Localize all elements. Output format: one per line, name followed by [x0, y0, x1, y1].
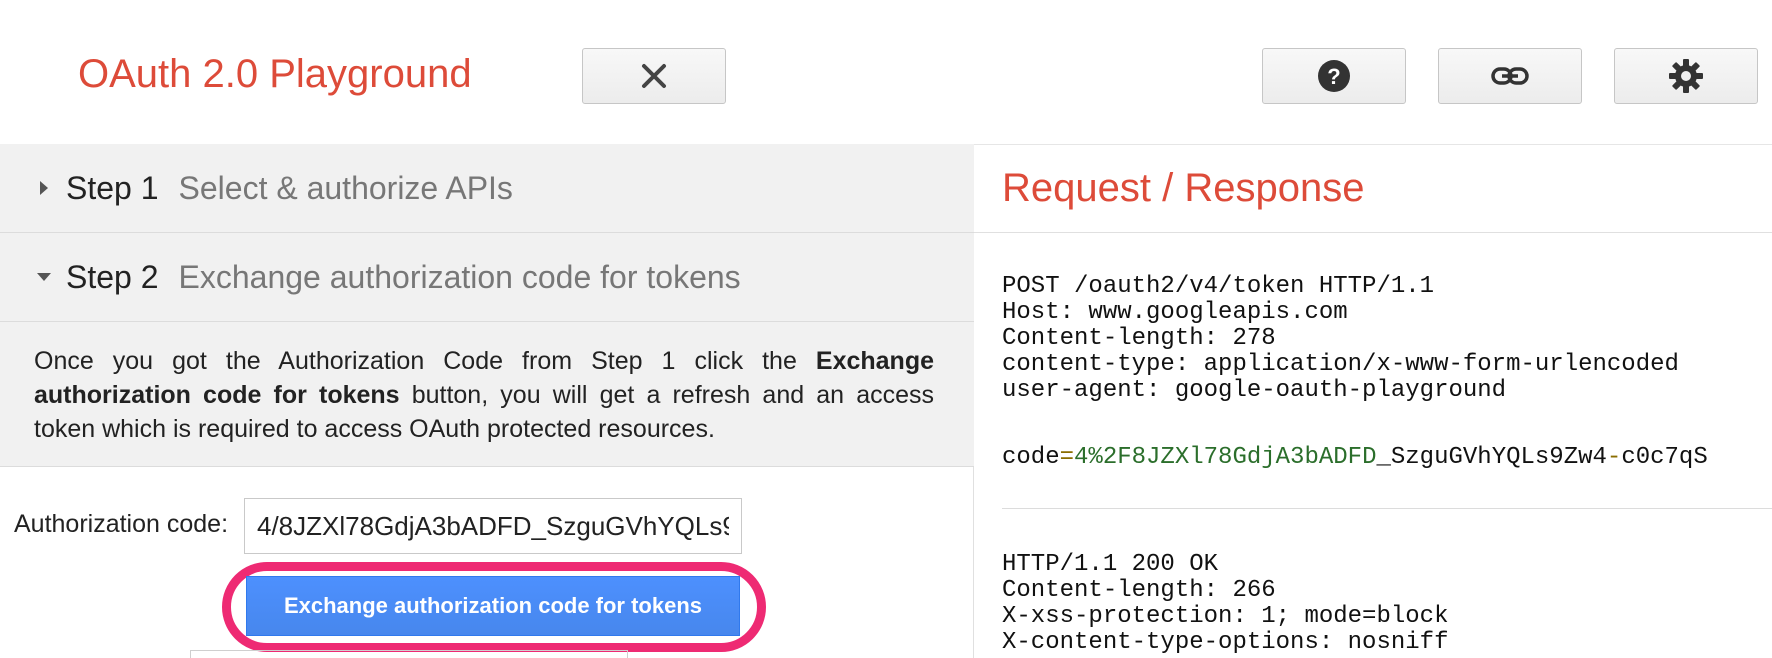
request-line: Content-length: 278: [1002, 325, 1276, 352]
request-body: code=4%2F8JZXl78GdjA3bADFD_SzguGVhYQLs9Z…: [1002, 445, 1708, 471]
divider: [974, 232, 1772, 233]
authorization-code-label: Authorization code:: [14, 510, 229, 538]
request-line: Host: www.googleapis.com: [1002, 299, 1348, 326]
next-field-edge: [190, 650, 628, 658]
body-value: c0c7qS: [1621, 444, 1708, 471]
step-1-number: Step 1: [66, 169, 159, 206]
step-2-description: Once you got the Authorization Code from…: [0, 322, 974, 467]
authorization-code-input[interactable]: [244, 498, 742, 554]
gear-icon: [1669, 59, 1703, 93]
response-line: HTTP/1.1 200 OK: [1002, 551, 1219, 578]
panel-title: Request / Response: [1002, 166, 1365, 210]
response-block: HTTP/1.1 200 OK Content-length: 266 X-xss-…: [1002, 552, 1448, 656]
body-equals: =: [1059, 444, 1075, 471]
step-1-header[interactable]: Step 1 Select & authorize APIs: [0, 144, 974, 233]
close-icon: [642, 64, 666, 88]
app-title[interactable]: OAuth 2.0 Playground: [78, 52, 472, 97]
request-response-panel: Request / Response POST /oauth2/v4/token…: [974, 144, 1772, 658]
request-line: content-type: application/x-www-form-url…: [1002, 351, 1679, 378]
request-line: POST /oauth2/v4/token HTTP/1.1: [1002, 273, 1435, 300]
response-line: X-xss-protection: 1; mode=block: [1002, 603, 1449, 630]
request-block: POST /oauth2/v4/token HTTP/1.1 Host: www.…: [1002, 274, 1679, 404]
response-line: X-content-type-options: nosniff: [1002, 629, 1449, 656]
caret-right-icon: [36, 180, 52, 196]
help-icon: ?: [1318, 60, 1350, 92]
step-2-header[interactable]: Step 2 Exchange authorization code for t…: [0, 233, 974, 322]
caret-down-icon: [36, 272, 52, 282]
settings-button[interactable]: [1614, 48, 1758, 104]
body-value: _SzguGVhYQLs9Zw4: [1376, 444, 1607, 471]
separator: [1002, 508, 1772, 509]
body-value: 4%2F8JZXl78GdjA3bADFD: [1074, 444, 1377, 471]
step-2-number: Step 2: [66, 258, 159, 295]
description-text-1: Once you got the Authorization Code from…: [34, 347, 816, 375]
response-line: Content-length: 266: [1002, 577, 1276, 604]
help-button[interactable]: ?: [1262, 48, 1406, 104]
svg-text:?: ?: [1327, 64, 1340, 89]
steps-panel: Step 1 Select & authorize APIs Step 2 Ex…: [0, 144, 974, 658]
step-2-title: Exchange authorization code for tokens: [178, 258, 741, 295]
body-key: code: [1002, 444, 1060, 471]
step-1-title: Select & authorize APIs: [178, 169, 513, 206]
link-button[interactable]: [1438, 48, 1582, 104]
link-icon: [1491, 67, 1529, 85]
body-dash: -: [1606, 444, 1622, 471]
app-header: OAuth 2.0 Playground ?: [0, 0, 1772, 145]
close-button[interactable]: [582, 48, 726, 104]
request-line: user-agent: google-oauth-playground: [1002, 377, 1507, 404]
exchange-code-button[interactable]: Exchange authorization code for tokens: [246, 576, 740, 636]
